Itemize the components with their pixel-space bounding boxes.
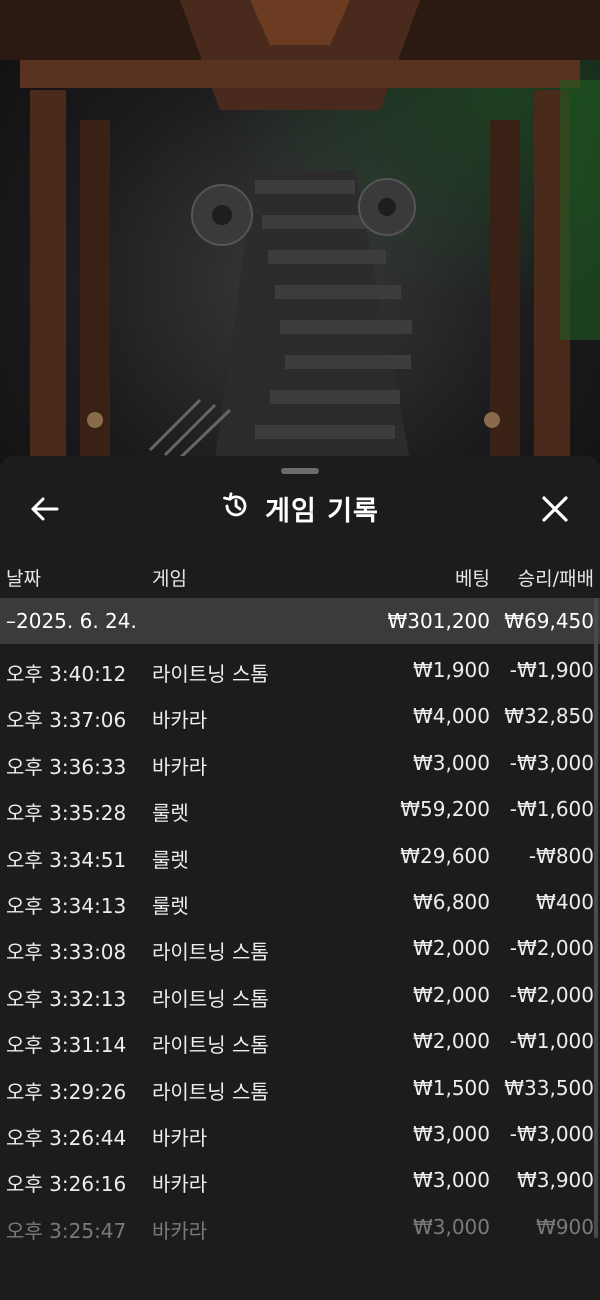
row-bet: ₩1,900 <box>412 658 490 682</box>
row-game: 라이트닝 스톰 <box>152 940 269 965</box>
back-button[interactable] <box>24 488 66 530</box>
row-result: -₩1,600 <box>509 797 594 822</box>
row-game: 라이트닝 스톰 <box>152 662 269 686</box>
row-bet: ₩3,000 <box>412 1121 490 1146</box>
summary-date: –2025. 6. 24. <box>6 609 137 633</box>
row-game: 바카라 <box>152 754 208 779</box>
row-game: 라이트닝 스톰 <box>152 986 269 1011</box>
row-time: 오후 3:36:33 <box>6 754 127 779</box>
table-row[interactable]: 오후 3:34:51 룰렛 ₩29,600 -₩800 <box>0 834 600 880</box>
row-time: 오후 3:34:13 <box>6 893 127 918</box>
close-button[interactable] <box>534 488 576 530</box>
row-bet: ₩4,000 <box>412 704 490 729</box>
row-result: -₩3,000 <box>509 1121 594 1146</box>
table-row[interactable]: 오후 3:35:28 룰렛 ₩59,200 -₩1,600 <box>0 787 600 833</box>
row-bet: ₩6,800 <box>412 889 490 914</box>
arrow-left-icon <box>31 497 59 521</box>
page-title: 게임 기록 <box>265 495 379 527</box>
table-header: 날짜 게임 베팅 승리/패배 <box>0 556 600 596</box>
table-row[interactable]: 오후 3:26:16 바카라 ₩3,000 ₩3,900 <box>0 1158 600 1204</box>
sheet-header: 게임 기록 <box>0 478 600 538</box>
row-time: 오후 3:26:16 <box>6 1172 127 1197</box>
row-time: 오후 3:25:47 <box>6 1218 127 1243</box>
close-icon <box>542 496 568 522</box>
row-time: 오후 3:33:08 <box>6 940 127 965</box>
row-result: ₩900 <box>536 1214 594 1239</box>
row-game: 바카라 <box>152 708 208 733</box>
table-row[interactable]: 오후 3:31:14 라이트닝 스톰 ₩2,000 -₩1,000 <box>0 1019 600 1065</box>
row-game: 바카라 <box>152 1172 208 1197</box>
table-row[interactable]: 오후 3:26:44 바카라 ₩3,000 -₩3,000 <box>0 1112 600 1158</box>
date-group-summary-row[interactable]: –2025. 6. 24. ₩301,200 ₩69,450 <box>0 598 600 644</box>
row-time: 오후 3:26:44 <box>6 1125 127 1150</box>
row-time: 오후 3:40:12 <box>6 662 127 686</box>
table-row[interactable]: 오후 3:36:33 바카라 ₩3,000 -₩3,000 <box>0 741 600 787</box>
row-bet: ₩3,000 <box>412 1214 490 1239</box>
sheet-grabber-handle[interactable] <box>281 468 319 474</box>
column-header-game[interactable]: 게임 <box>152 564 187 591</box>
row-result: ₩33,500 <box>504 1075 594 1100</box>
row-bet: ₩2,000 <box>412 982 490 1007</box>
row-result: ₩32,850 <box>504 704 594 729</box>
row-result: -₩1,900 <box>509 658 594 682</box>
row-game: 바카라 <box>152 1218 208 1243</box>
row-time: 오후 3:29:26 <box>6 1079 127 1104</box>
row-time: 오후 3:31:14 <box>6 1033 127 1058</box>
row-bet: ₩3,000 <box>412 1168 490 1193</box>
column-header-bet[interactable]: 베팅 <box>455 564 490 591</box>
table-row[interactable]: 오후 3:37:06 바카라 ₩4,000 ₩32,850 <box>0 694 600 740</box>
row-game: 룰렛 <box>152 893 189 918</box>
table-row[interactable]: 오후 3:29:26 라이트닝 스톰 ₩1,500 ₩33,500 <box>0 1066 600 1112</box>
table-row[interactable]: 오후 3:33:08 라이트닝 스톰 ₩2,000 -₩2,000 <box>0 926 600 972</box>
summary-total-bet: ₩301,200 <box>387 609 490 633</box>
game-background-scene <box>0 0 600 470</box>
row-bet: ₩3,000 <box>412 750 490 775</box>
row-result: -₩3,000 <box>509 750 594 775</box>
table-row[interactable]: 오후 3:32:13 라이트닝 스톰 ₩2,000 -₩2,000 <box>0 973 600 1019</box>
row-game: 라이트닝 스톰 <box>152 1033 269 1058</box>
game-history-sheet: 게임 기록 날짜 게임 베팅 승리/패배 –2025. 6. 24. ₩301,… <box>0 456 600 1300</box>
row-bet: ₩59,200 <box>400 797 490 822</box>
title-group: 게임 기록 <box>0 478 600 538</box>
row-result: ₩3,900 <box>516 1168 594 1193</box>
row-time: 오후 3:34:51 <box>6 847 127 872</box>
row-result: -₩2,000 <box>509 936 594 961</box>
row-game: 라이트닝 스톰 <box>152 1079 269 1104</box>
row-result: -₩2,000 <box>509 982 594 1007</box>
row-result: ₩400 <box>536 889 594 914</box>
column-header-date[interactable]: 날짜 <box>6 564 41 591</box>
row-game: 바카라 <box>152 1125 208 1150</box>
table-row[interactable]: 오후 3:40:12 라이트닝 스톰 ₩1,900 -₩1,900 <box>0 648 600 694</box>
row-time: 오후 3:32:13 <box>6 986 127 1011</box>
steampunk-machine-illustration <box>0 0 600 460</box>
row-time: 오후 3:35:28 <box>6 801 127 826</box>
row-result: -₩800 <box>528 843 594 868</box>
row-game: 룰렛 <box>152 847 189 872</box>
row-result: -₩1,000 <box>509 1029 594 1054</box>
column-header-result[interactable]: 승리/패배 <box>518 564 594 591</box>
history-icon <box>221 491 251 525</box>
row-bet: ₩29,600 <box>400 843 490 868</box>
row-bet: ₩2,000 <box>412 936 490 961</box>
row-game: 룰렛 <box>152 801 189 826</box>
summary-total-result: ₩69,450 <box>504 609 594 633</box>
row-time: 오후 3:37:06 <box>6 708 127 733</box>
history-list: 오후 3:40:12 라이트닝 스톰 ₩1,900 -₩1,900 오후 3:3… <box>0 648 600 1251</box>
table-row[interactable]: 오후 3:25:47 바카라 ₩3,000 ₩900 <box>0 1205 600 1251</box>
row-bet: ₩2,000 <box>412 1029 490 1054</box>
list-scrollbar[interactable] <box>594 598 598 1238</box>
table-row[interactable]: 오후 3:34:13 룰렛 ₩6,800 ₩400 <box>0 880 600 926</box>
row-bet: ₩1,500 <box>412 1075 490 1100</box>
